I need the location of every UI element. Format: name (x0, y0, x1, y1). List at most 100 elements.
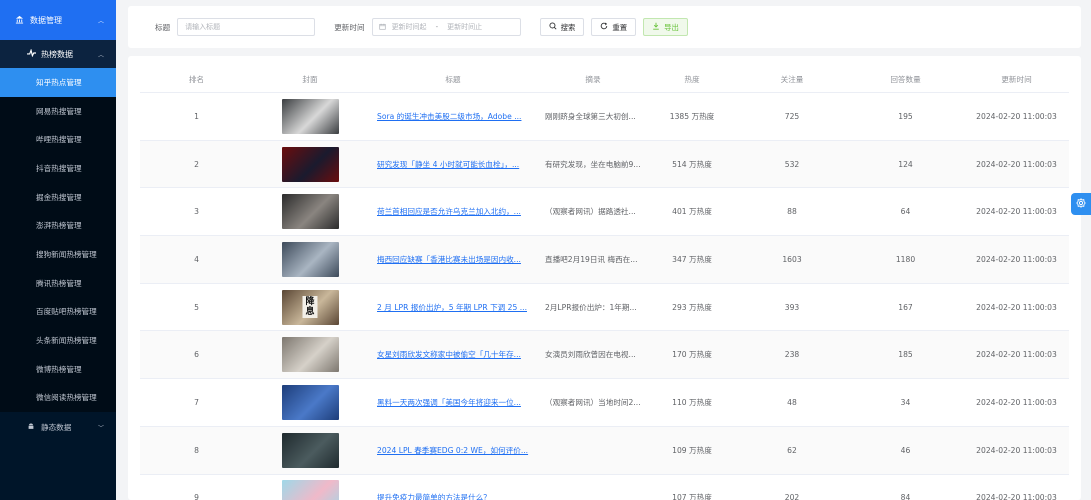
sidebar-item[interactable]: 微信阅读热榜管理 (0, 383, 116, 413)
cell-answers: 124 (898, 159, 913, 169)
cell-title[interactable]: 荷兰首相回应是否允许乌克兰加入北约，... (367, 206, 539, 217)
sidebar-item-label: 澎湃热榜管理 (36, 221, 82, 231)
table-row[interactable]: 3 荷兰首相回应是否允许乌克兰加入北约，... （观察者网讯）据路透社... 401 … (140, 188, 1069, 237)
cell-hot: 170 万热度 (672, 350, 712, 360)
cover-thumbnail: 降 息 (281, 289, 339, 325)
cell-title[interactable]: 梅西回应缺赛「香港比赛未出场是因内收... (367, 254, 539, 265)
title-input[interactable]: 请输入标题 (177, 18, 316, 36)
download-icon (652, 22, 660, 32)
cell-index: 1 (194, 111, 199, 121)
cell-index: 8 (194, 445, 199, 455)
cover-thumbnail (281, 337, 339, 373)
sidebar-item-label: 腾讯热榜管理 (36, 278, 82, 288)
cell-title[interactable]: Sora 的诞生冲击美股二级市场，Adobe ... (367, 111, 539, 122)
table-panel: 排名 封面 标题 摘录 热度 关注量 回答数量 更新时间 1 Sora 的诞生冲击… (128, 56, 1081, 500)
cell-time: 2024-02-20 11:00:03 (976, 350, 1057, 360)
sidebar-item[interactable]: 抖音热搜管理 (0, 154, 116, 183)
chevron-up-icon: ︿ (97, 51, 104, 59)
cell-answers: 46 (900, 445, 911, 455)
table-row[interactable]: 8 2024 LPL 春季赛EDG 0:2 WE，如何评价... 109 万热度 62… (140, 426, 1069, 475)
sidebar-item-label: 知乎热点管理 (36, 77, 82, 87)
table-row[interactable]: 4 梅西回应缺赛「香港比赛未出场是因内收... 直播吧2月19日讯 梅西在... 34… (140, 236, 1069, 284)
sidebar-item[interactable]: 腾讯热榜管理 (0, 268, 116, 298)
header-summary: 摘录 (585, 75, 601, 84)
cover-thumbnail (281, 98, 339, 134)
cell-hot: 401 万热度 (672, 207, 712, 217)
sidebar-item-label: 哔哩热搜管理 (36, 135, 82, 145)
sidebar-item-label: 头条新闻热榜管理 (36, 336, 97, 346)
cell-cover: 降 息 (253, 289, 367, 325)
sidebar-item-label: 微博热榜管理 (36, 364, 82, 374)
time-end-placeholder: 更新时间止 (447, 23, 483, 31)
header-index: 排名 (188, 75, 205, 84)
sidebar-item-label: 微信阅读热榜管理 (36, 393, 97, 403)
cover-thumbnail (281, 241, 339, 277)
android-icon (27, 422, 37, 433)
cell-title[interactable]: 2 月 LPR 报价出炉，5 年期 LPR 下调 25 ... (367, 302, 539, 313)
table-row[interactable]: 7 黑料一天两次强调「美国今年将迎来一位... （观察者网讯）当地时间2... 110… (140, 379, 1069, 427)
update-time-range-picker[interactable]: 更新时间起 - 更新时间止 (371, 18, 521, 36)
table-row[interactable]: 2 研究发现「静坐 4 小时就可能长血栓」，... 有研究发现，坐在电脑前9... 5… (140, 140, 1069, 189)
title-link[interactable]: 梅西回应缺赛「香港比赛未出场是因内收... (377, 255, 521, 264)
reset-button[interactable]: 重置 (591, 18, 637, 36)
cell-hot: 1385 万热度 (669, 111, 715, 121)
title-link[interactable]: 黑料一天两次强调「美国今年将迎来一位... (377, 398, 521, 407)
sidebar-item[interactable]: 网易热搜管理 (0, 96, 116, 126)
settings-float-button[interactable] (1071, 193, 1091, 215)
title-link[interactable]: Sora 的诞生冲击美股二级市场，Adobe ... (377, 112, 521, 121)
cell-summary: （观察者网讯）当地时间2... (545, 397, 641, 407)
search-button[interactable]: 搜索 (539, 18, 585, 36)
cell-hot: 107 万热度 (672, 493, 712, 500)
calendar-icon (378, 23, 386, 32)
sidebar-menu-label: 数据管理 (30, 15, 62, 25)
sidebar-menu-static-data[interactable]: 静态数据 ﹀ (0, 412, 116, 443)
cell-index: 6 (194, 350, 199, 360)
cell-cover (253, 194, 367, 230)
sidebar-item[interactable]: 掘金热搜管理 (0, 182, 116, 212)
cell-answers: 34 (900, 397, 911, 407)
sidebar-item[interactable]: 百度贴吧热榜管理 (0, 297, 116, 327)
title-link[interactable]: 女星刘雨欣发文称家中被偷空「几十年存... (377, 350, 521, 359)
cell-title[interactable]: 女星刘雨欣发文称家中被偷空「几十年存... (367, 349, 539, 360)
table-row[interactable]: 5 降 息 2 月 LPR 报价出炉，5 年期 LPR 下调 25 ... 2月LPR… (140, 284, 1069, 332)
sidebar-group-hot-data[interactable]: 热榜数据 ︿ (0, 40, 116, 68)
cell-title[interactable]: 黑料一天两次强调「美国今年将迎来一位... (367, 397, 539, 408)
table-row[interactable]: 6 女星刘雨欣发文称家中被偷空「几十年存... 女演员刘雨欣曾因在电视... 170 … (140, 331, 1069, 380)
title-link[interactable]: 2 月 LPR 报价出炉，5 年期 LPR 下调 25 ... (377, 303, 527, 312)
title-link[interactable]: 2024 LPL 春季赛EDG 0:2 WE，如何评价... (377, 446, 528, 455)
cell-answers: 185 (898, 350, 913, 360)
title-link[interactable]: 提升免疫力最简单的方法是什么？ (377, 493, 491, 500)
cell-hot: 514 万热度 (672, 159, 712, 169)
header-time: 更新时间 (1001, 75, 1032, 84)
sidebar-item[interactable]: 哔哩热搜管理 (0, 125, 116, 155)
table-row[interactable]: 1 Sora 的诞生冲击美股二级市场，Adobe ... 刚刚跻身全球第三大初创..… (140, 93, 1069, 141)
cell-follow: 62 (787, 445, 797, 455)
bank-icon (15, 15, 25, 26)
sidebar-menu-data-management[interactable]: 数据管理 ︿ (0, 0, 116, 40)
table-row[interactable]: 9 提升免疫力最简单的方法是什么？ 107 万热度 202 84 2024-02-20 1… (140, 475, 1069, 500)
cell-hot: 293 万热度 (672, 302, 712, 312)
cell-summary: 刚刚跻身全球第三大初创... (545, 111, 636, 121)
cell-cover (253, 98, 367, 134)
sidebar-static-label: 静态数据 (41, 422, 72, 432)
sidebar-item[interactable]: 搜狗新闻热榜管理 (0, 240, 116, 269)
time-range-separator: - (435, 23, 439, 31)
sidebar-item[interactable]: 澎湃热榜管理 (0, 211, 116, 241)
sidebar-item[interactable]: 知乎热点管理 (0, 68, 116, 97)
export-button[interactable]: 导出 (643, 18, 688, 36)
sidebar-item-label: 抖音热搜管理 (36, 163, 82, 173)
cell-title[interactable]: 提升免疫力最简单的方法是什么？ (367, 492, 539, 500)
cell-time: 2024-02-20 11:00:03 (976, 254, 1057, 264)
title-link[interactable]: 荷兰首相回应是否允许乌克兰加入北约，... (377, 207, 521, 216)
cell-answers: 84 (900, 493, 911, 500)
cell-summary: 2月LPR报价出炉：1年期... (545, 302, 637, 312)
cell-title[interactable]: 研究发现「静坐 4 小时就可能长血栓」，... (367, 159, 539, 170)
sidebar-group-label: 热榜数据 (41, 49, 73, 59)
title-link[interactable]: 研究发现「静坐 4 小时就可能长血栓」，... (377, 160, 519, 169)
sidebar-item[interactable]: 头条新闻热榜管理 (0, 326, 116, 355)
cell-hot: 110 万热度 (672, 397, 712, 407)
cell-follow: 532 (784, 159, 800, 169)
cell-time: 2024-02-20 11:00:03 (976, 445, 1057, 455)
cell-title[interactable]: 2024 LPL 春季赛EDG 0:2 WE，如何评价... (367, 445, 539, 456)
sidebar-item[interactable]: 微博热榜管理 (0, 354, 116, 384)
